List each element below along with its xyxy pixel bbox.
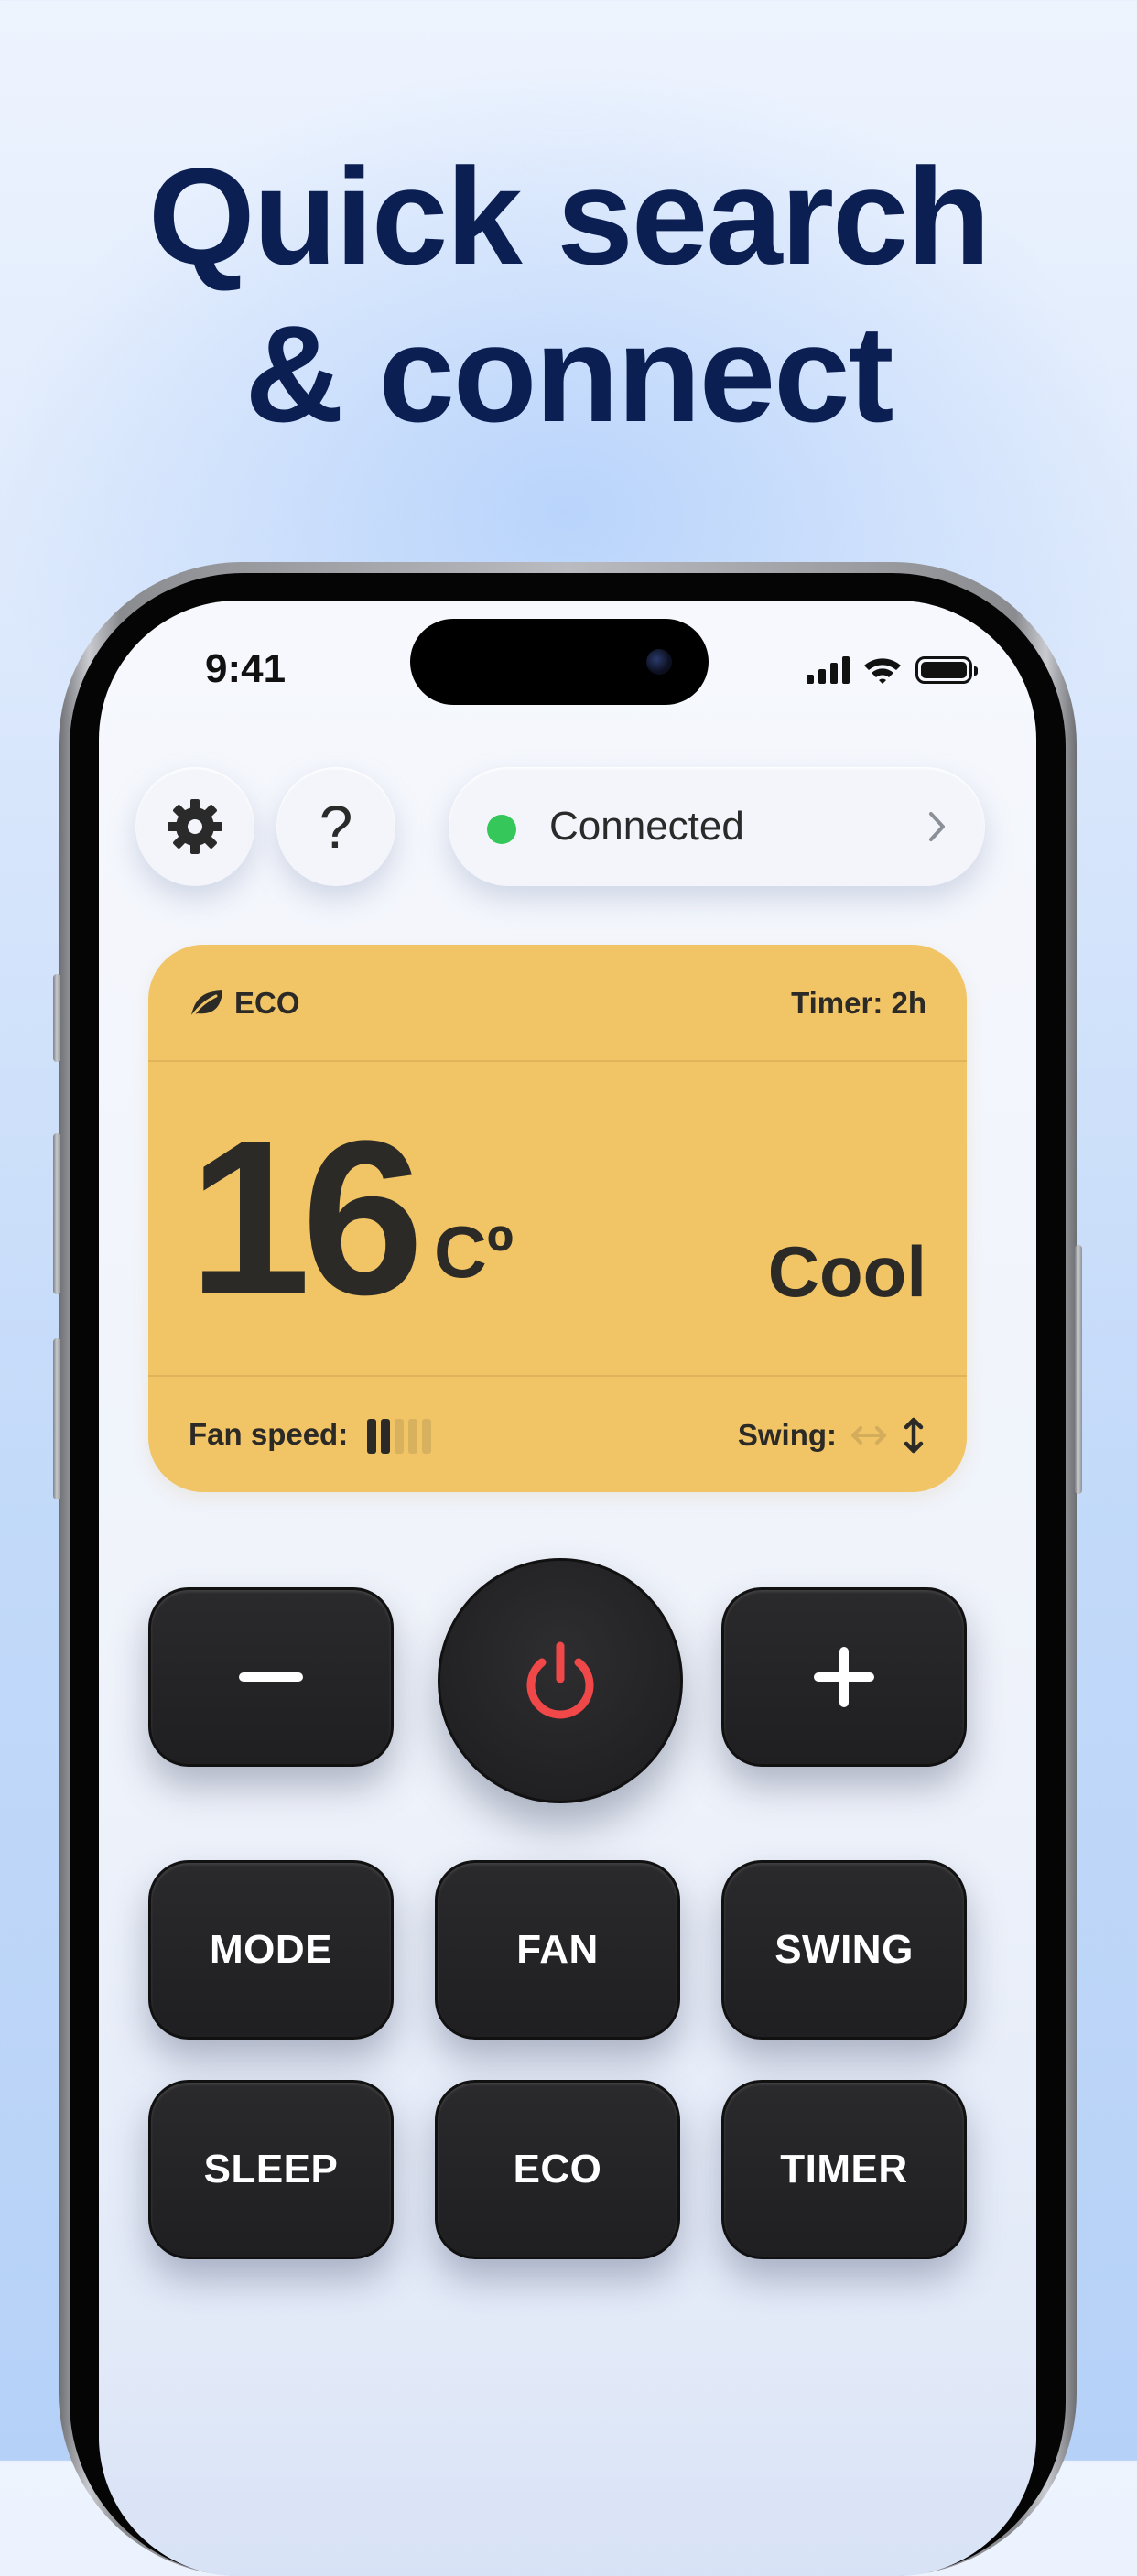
fan-speed-label: Fan speed:	[189, 1416, 349, 1451]
plus-icon	[814, 1647, 874, 1707]
chevron-right-icon	[929, 812, 945, 841]
panel-divider-top	[148, 1060, 967, 1062]
connection-label: Connected	[549, 804, 744, 849]
dynamic-island	[410, 619, 709, 705]
mode-value: Cool	[767, 1231, 926, 1312]
side-power-button	[1075, 1245, 1082, 1494]
connection-status-button[interactable]: Connected	[449, 767, 985, 886]
eco-label: ECO	[234, 986, 300, 1020]
eco-indicator: ECO	[189, 986, 300, 1021]
help-button[interactable]: ?	[276, 767, 395, 886]
fan-speed-bar	[395, 1419, 405, 1455]
swing-button[interactable]: SWING	[721, 1860, 967, 2040]
swing-vertical-icon	[904, 1417, 924, 1454]
swing-horizontal-icon	[851, 1426, 886, 1445]
app-screen: 9:41 ? Connected ECO Timer: 2h 16 Cº Coo…	[99, 601, 1036, 2576]
headline-line-2: & connect	[244, 297, 893, 450]
power-icon	[526, 1641, 594, 1719]
phone-frame: 9:41 ? Connected ECO Timer: 2h 16 Cº Coo…	[59, 562, 1077, 2576]
temperature-down-button[interactable]	[148, 1587, 394, 1767]
swing-indicator: Swing:	[738, 1416, 926, 1455]
power-button[interactable]	[438, 1558, 683, 1803]
timer-button[interactable]: TIMER	[721, 2080, 967, 2259]
temperature-up-button[interactable]	[721, 1587, 967, 1767]
temperature-unit: Cº	[434, 1211, 514, 1293]
eco-button[interactable]: ECO	[435, 2080, 680, 2259]
volume-down-button	[53, 1338, 60, 1499]
fan-speed-bar	[367, 1419, 377, 1455]
status-icons	[807, 654, 978, 687]
fan-speed-bar	[381, 1419, 391, 1455]
cellular-signal-icon	[807, 656, 850, 684]
camera-icon	[646, 649, 672, 675]
leaf-icon	[190, 990, 222, 1018]
battery-icon	[915, 656, 978, 684]
temperature-readout: 16 Cº	[189, 1108, 514, 1327]
minus-icon	[239, 1672, 303, 1682]
timer-indicator: Timer: 2h	[791, 986, 926, 1020]
fan-speed-indicator: Fan speed:	[189, 1416, 432, 1455]
fan-button[interactable]: FAN	[435, 1860, 680, 2040]
fan-speed-bar	[422, 1419, 432, 1455]
status-time: 9:41	[205, 646, 287, 691]
headline: Quick search & connect	[0, 137, 1137, 452]
mode-button[interactable]: MODE	[148, 1860, 394, 2040]
bottom-fade	[99, 2375, 1036, 2576]
fan-speed-bar	[408, 1419, 418, 1455]
panel-divider-bottom	[148, 1375, 967, 1377]
help-icon: ?	[319, 793, 353, 860]
sleep-button[interactable]: SLEEP	[148, 2080, 394, 2259]
fan-speed-bars	[367, 1419, 432, 1455]
gear-icon	[168, 799, 222, 854]
wifi-icon	[864, 658, 901, 684]
ac-display-panel: ECO Timer: 2h 16 Cº Cool Fan speed: Swin…	[148, 945, 967, 1492]
headline-line-1: Quick search	[147, 139, 991, 293]
swing-label: Swing:	[737, 1418, 837, 1452]
action-button	[53, 974, 60, 1062]
settings-button[interactable]	[135, 767, 254, 886]
connected-status-dot	[487, 815, 516, 844]
temperature-value: 16	[189, 1095, 424, 1340]
volume-up-button	[53, 1133, 60, 1294]
